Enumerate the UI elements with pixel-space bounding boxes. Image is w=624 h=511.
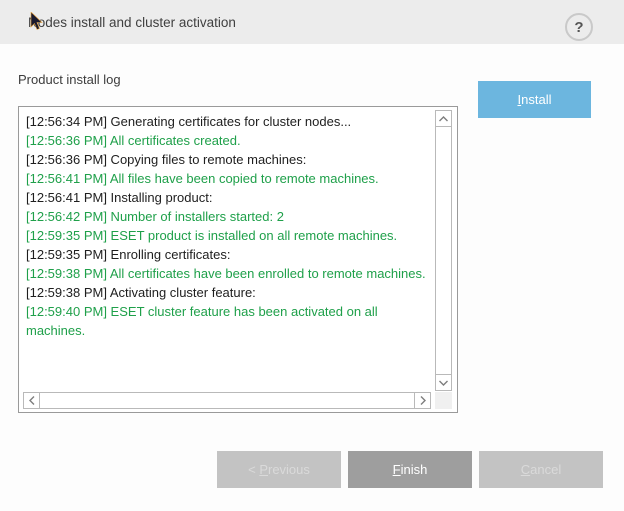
log-line: [12:59:35 PM] Enrolling certificates: [26,245,429,264]
page-title: Nodes install and cluster activation [28,0,236,44]
wizard-dialog: Nodes install and cluster activation ? P… [0,0,624,511]
scroll-left-icon[interactable] [23,392,40,409]
log-line: [12:56:36 PM] Copying files to remote ma… [26,150,429,169]
scroll-right-icon[interactable] [414,392,431,409]
horizontal-scroll-track[interactable] [40,392,414,409]
vertical-scroll-track[interactable] [435,127,452,374]
help-button[interactable]: ? [565,13,593,41]
log-line: [12:56:41 PM] All files have been copied… [26,169,429,188]
cancel-button[interactable]: Cancel [479,451,603,488]
log-line: [12:56:41 PM] Installing product: [26,188,429,207]
previous-button[interactable]: < Previous [217,451,341,488]
log-line: [12:56:36 PM] All certificates created. [26,131,429,150]
scroll-up-icon[interactable] [435,110,452,127]
log-text: [12:56:34 PM] Generating certificates fo… [21,109,431,390]
install-button[interactable]: Install [478,81,591,118]
log-line: [12:56:34 PM] Generating certificates fo… [26,112,429,131]
log-line: [12:59:38 PM] Activating cluster feature… [26,283,429,302]
log-line: [12:56:42 PM] Number of installers start… [26,207,429,226]
finish-button[interactable]: Finish [348,451,472,488]
dialog-header: Nodes install and cluster activation ? [0,0,624,44]
log-label: Product install log [18,72,121,87]
horizontal-scrollbar[interactable] [23,392,431,409]
product-install-log[interactable]: [12:56:34 PM] Generating certificates fo… [18,106,458,413]
log-line: [12:59:40 PM] ESET cluster feature has b… [26,302,429,340]
log-line: [12:59:38 PM] All certificates have been… [26,264,429,283]
vertical-scrollbar[interactable] [435,110,452,391]
log-line: [12:59:35 PM] ESET product is installed … [26,226,429,245]
scrollbar-corner [435,392,452,409]
scroll-down-icon[interactable] [435,374,452,391]
question-mark-icon: ? [574,19,583,36]
mouse-cursor-icon [30,12,43,32]
